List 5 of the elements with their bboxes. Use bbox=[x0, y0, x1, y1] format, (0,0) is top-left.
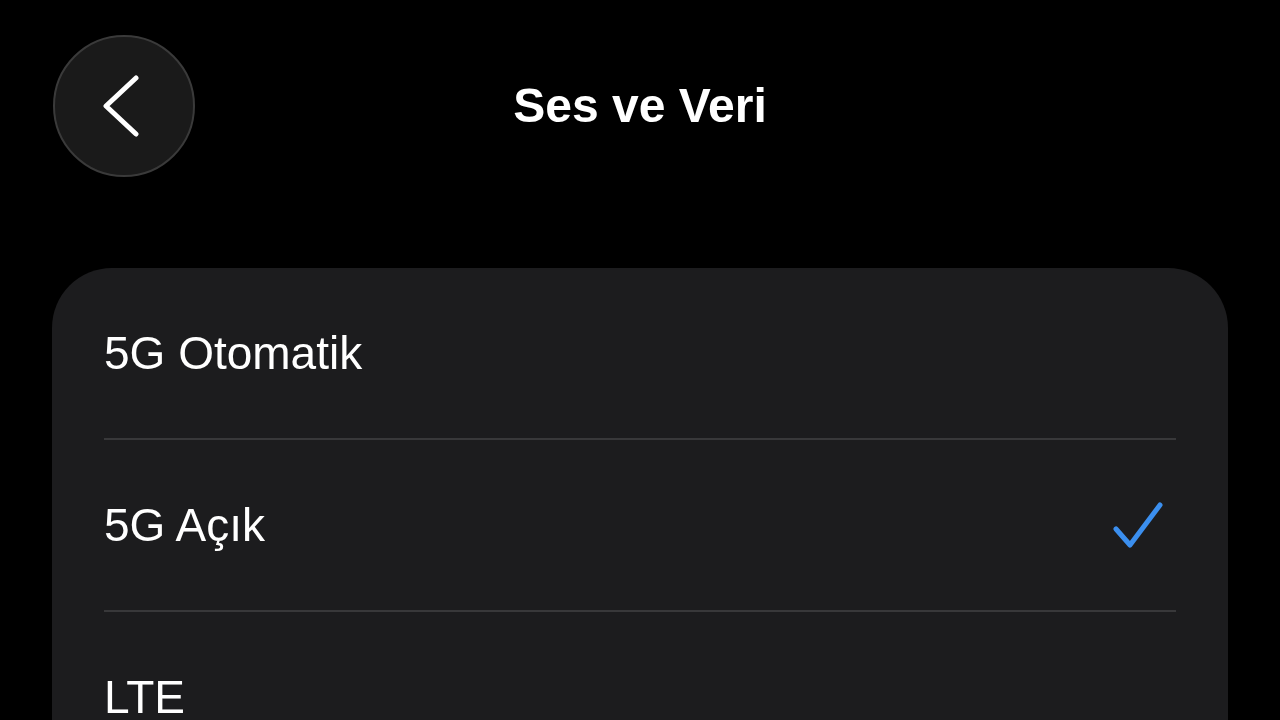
back-icon bbox=[100, 75, 140, 137]
page-title: Ses ve Veri bbox=[513, 78, 767, 134]
network-option[interactable]: 5G Otomatik bbox=[104, 268, 1176, 438]
network-option[interactable]: LTE bbox=[104, 612, 1176, 720]
network-option[interactable]: 5G Açık bbox=[104, 440, 1176, 610]
